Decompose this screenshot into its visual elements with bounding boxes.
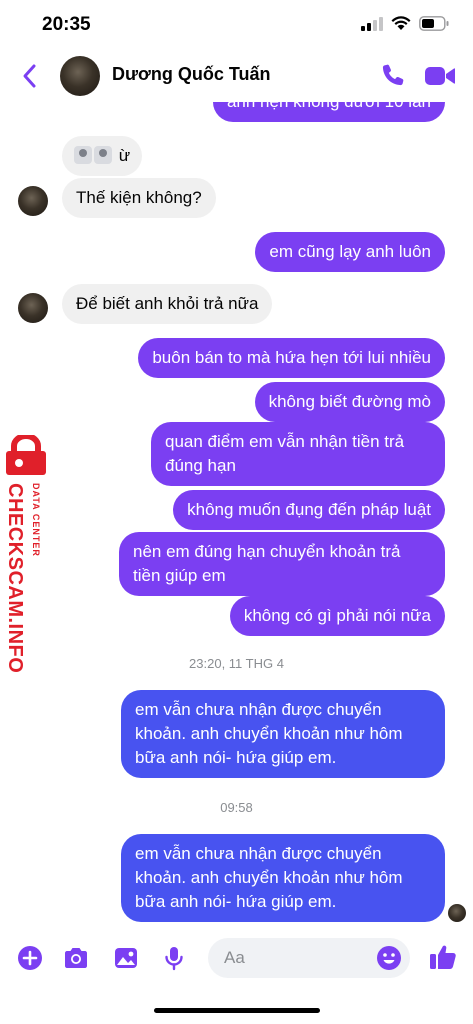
status-time: 20:35 bbox=[42, 14, 91, 35]
message-bubble-outgoing[interactable]: không có gì phải nói nữa bbox=[229, 596, 445, 636]
battery-icon bbox=[419, 16, 449, 31]
message-text: không muốn đụng đến pháp luật bbox=[187, 500, 431, 519]
message-text: buôn bán to mà hứa hẹn tới lui nhiều bbox=[152, 348, 431, 367]
signal-icon bbox=[361, 16, 383, 31]
message-text: anh hẹn không dưới 10 lần bbox=[227, 102, 431, 111]
camera-icon[interactable] bbox=[62, 944, 90, 972]
message-text: không có gì phải nói nữa bbox=[243, 606, 431, 625]
message-bubble-outgoing[interactable]: em vẫn chưa nhận được chuyển khoản. anh … bbox=[121, 834, 445, 922]
image-icon[interactable] bbox=[112, 944, 140, 972]
message-bubble-incoming[interactable]: Để biết anh khỏi trả nữa bbox=[62, 284, 273, 324]
message-bubble-incoming[interactable]: ừ bbox=[62, 136, 143, 176]
back-icon[interactable] bbox=[18, 62, 42, 90]
message-text: Để biết anh khỏi trả nữa bbox=[76, 294, 259, 313]
status-bar: 20:35 bbox=[0, 0, 473, 50]
composer-bar: Aa bbox=[0, 930, 473, 990]
plus-icon[interactable] bbox=[16, 944, 44, 972]
message-text: em cũng lạy anh luôn bbox=[269, 242, 431, 261]
emoji-icon bbox=[94, 146, 112, 164]
emoji-icon bbox=[74, 146, 92, 164]
message-bubble-outgoing[interactable]: em vẫn chưa nhận được chuyển khoản. anh … bbox=[121, 690, 445, 778]
message-text: Thế kiện không? bbox=[76, 188, 202, 207]
phone-icon[interactable] bbox=[380, 62, 406, 88]
message-text: em vẫn chưa nhận được chuyển khoản. anh … bbox=[135, 700, 403, 767]
message-input-placeholder: Aa bbox=[224, 948, 245, 967]
wifi-icon bbox=[391, 16, 411, 30]
status-icons bbox=[361, 16, 449, 31]
contact-name[interactable]: Dương Quốc Tuấn bbox=[112, 64, 270, 85]
timestamp: 23:20, 11 THG 4 bbox=[189, 656, 284, 671]
message-text: không biết đường mò bbox=[268, 392, 431, 411]
mic-icon[interactable] bbox=[160, 944, 188, 972]
lock-icon bbox=[6, 435, 46, 475]
message-bubble-outgoing[interactable]: không muốn đụng đến pháp luật bbox=[173, 490, 445, 530]
message-bubble-outgoing[interactable]: anh hẹn không dưới 10 lần bbox=[212, 102, 445, 122]
emoji-icon[interactable] bbox=[376, 945, 402, 971]
message-bubble-outgoing[interactable]: nên em đúng hạn chuyển khoản trả tiền gi… bbox=[119, 532, 445, 596]
watermark-sub: DATA CENTER bbox=[31, 483, 41, 557]
message-text: em vẫn chưa nhận được chuyển khoản. anh … bbox=[135, 844, 403, 911]
like-icon[interactable] bbox=[428, 942, 458, 972]
message-input[interactable]: Aa bbox=[208, 938, 410, 978]
message-text: ừ bbox=[118, 146, 131, 165]
watermark: CHECKSCAM.INFO DATA CENTER bbox=[0, 435, 52, 674]
message-text: nên em đúng hạn chuyển khoản trả tiền gi… bbox=[133, 542, 401, 585]
video-icon[interactable] bbox=[424, 64, 456, 88]
home-indicator bbox=[154, 1008, 320, 1013]
message-bubble-outgoing[interactable]: em cũng lạy anh luôn bbox=[255, 232, 445, 272]
sender-avatar bbox=[18, 293, 48, 323]
message-bubble-incoming[interactable]: Thế kiện không? bbox=[62, 178, 216, 218]
conversation-header: Dương Quốc Tuấn bbox=[0, 50, 473, 102]
message-bubble-outgoing[interactable]: quan điểm em vẫn nhận tiền trả đúng hạn bbox=[151, 422, 445, 486]
contact-avatar[interactable] bbox=[60, 56, 100, 96]
message-list[interactable]: anh hẹn không dưới 10 lần ừ Thế kiện khô… bbox=[0, 102, 473, 930]
watermark-brand: CHECKSCAM.INFO bbox=[4, 483, 26, 674]
timestamp: 09:58 bbox=[220, 800, 253, 815]
message-bubble-outgoing[interactable]: không biết đường mò bbox=[254, 382, 445, 422]
seen-avatar bbox=[448, 904, 466, 922]
message-bubble-outgoing[interactable]: buôn bán to mà hứa hẹn tới lui nhiều bbox=[138, 338, 445, 378]
message-text: quan điểm em vẫn nhận tiền trả đúng hạn bbox=[165, 432, 405, 475]
sender-avatar bbox=[18, 186, 48, 216]
